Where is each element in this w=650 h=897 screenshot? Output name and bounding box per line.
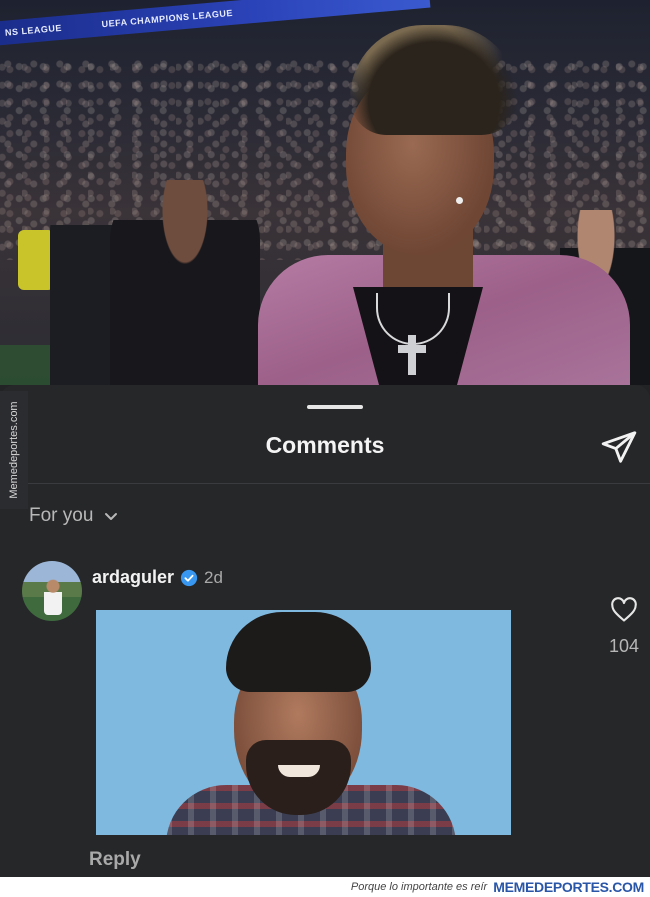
- like-control: 104: [604, 597, 644, 657]
- heart-icon[interactable]: [610, 597, 638, 623]
- username[interactable]: ardaguler: [92, 567, 174, 588]
- sheet-title: Comments: [265, 432, 385, 458]
- video-frame: NS LEAGUE UEFA CHAMPIONS LEAGUE: [0, 0, 650, 385]
- earring: [456, 197, 463, 204]
- comment-header: ardaguler 2d: [92, 567, 223, 588]
- filter-label: For you: [29, 505, 94, 526]
- footer-watermark: Porque lo importante es reír MEMEDEPORTE…: [0, 877, 650, 897]
- steward: [18, 230, 54, 290]
- footer-slogan: Porque lo importante es reír: [350, 881, 488, 893]
- like-count: 104: [608, 636, 640, 656]
- banner-text: NS LEAGUE: [4, 22, 63, 38]
- send-icon[interactable]: [600, 428, 638, 466]
- background-person: [110, 180, 260, 385]
- cross-pendant: [398, 335, 426, 375]
- main-person: [258, 25, 630, 385]
- banner-text: UEFA CHAMPIONS LEAGUE: [101, 7, 234, 30]
- divider: [0, 483, 650, 484]
- side-watermark: Memedeportes.com: [0, 391, 28, 509]
- verified-badge-icon: [180, 569, 198, 586]
- avatar-figure: [44, 579, 62, 615]
- filter-dropdown[interactable]: For you: [29, 505, 119, 527]
- hair: [350, 25, 518, 135]
- footer-brand: MEMEDEPORTES.COM: [493, 879, 644, 895]
- drag-handle[interactable]: [307, 405, 363, 409]
- gif-hair: [226, 612, 371, 692]
- comments-sheet: Comments For you ardaguler 2d Reply 104: [0, 385, 650, 877]
- comment-item: ardaguler 2d Reply 104: [22, 561, 644, 870]
- reply-button[interactable]: Reply: [89, 849, 141, 871]
- gif-smile: [278, 765, 320, 777]
- comment-gif-image[interactable]: [96, 610, 511, 835]
- timestamp: 2d: [204, 567, 223, 587]
- chevron-down-icon: [105, 513, 118, 520]
- side-watermark-text: Memedeportes.com: [8, 401, 20, 499]
- avatar[interactable]: [22, 561, 82, 621]
